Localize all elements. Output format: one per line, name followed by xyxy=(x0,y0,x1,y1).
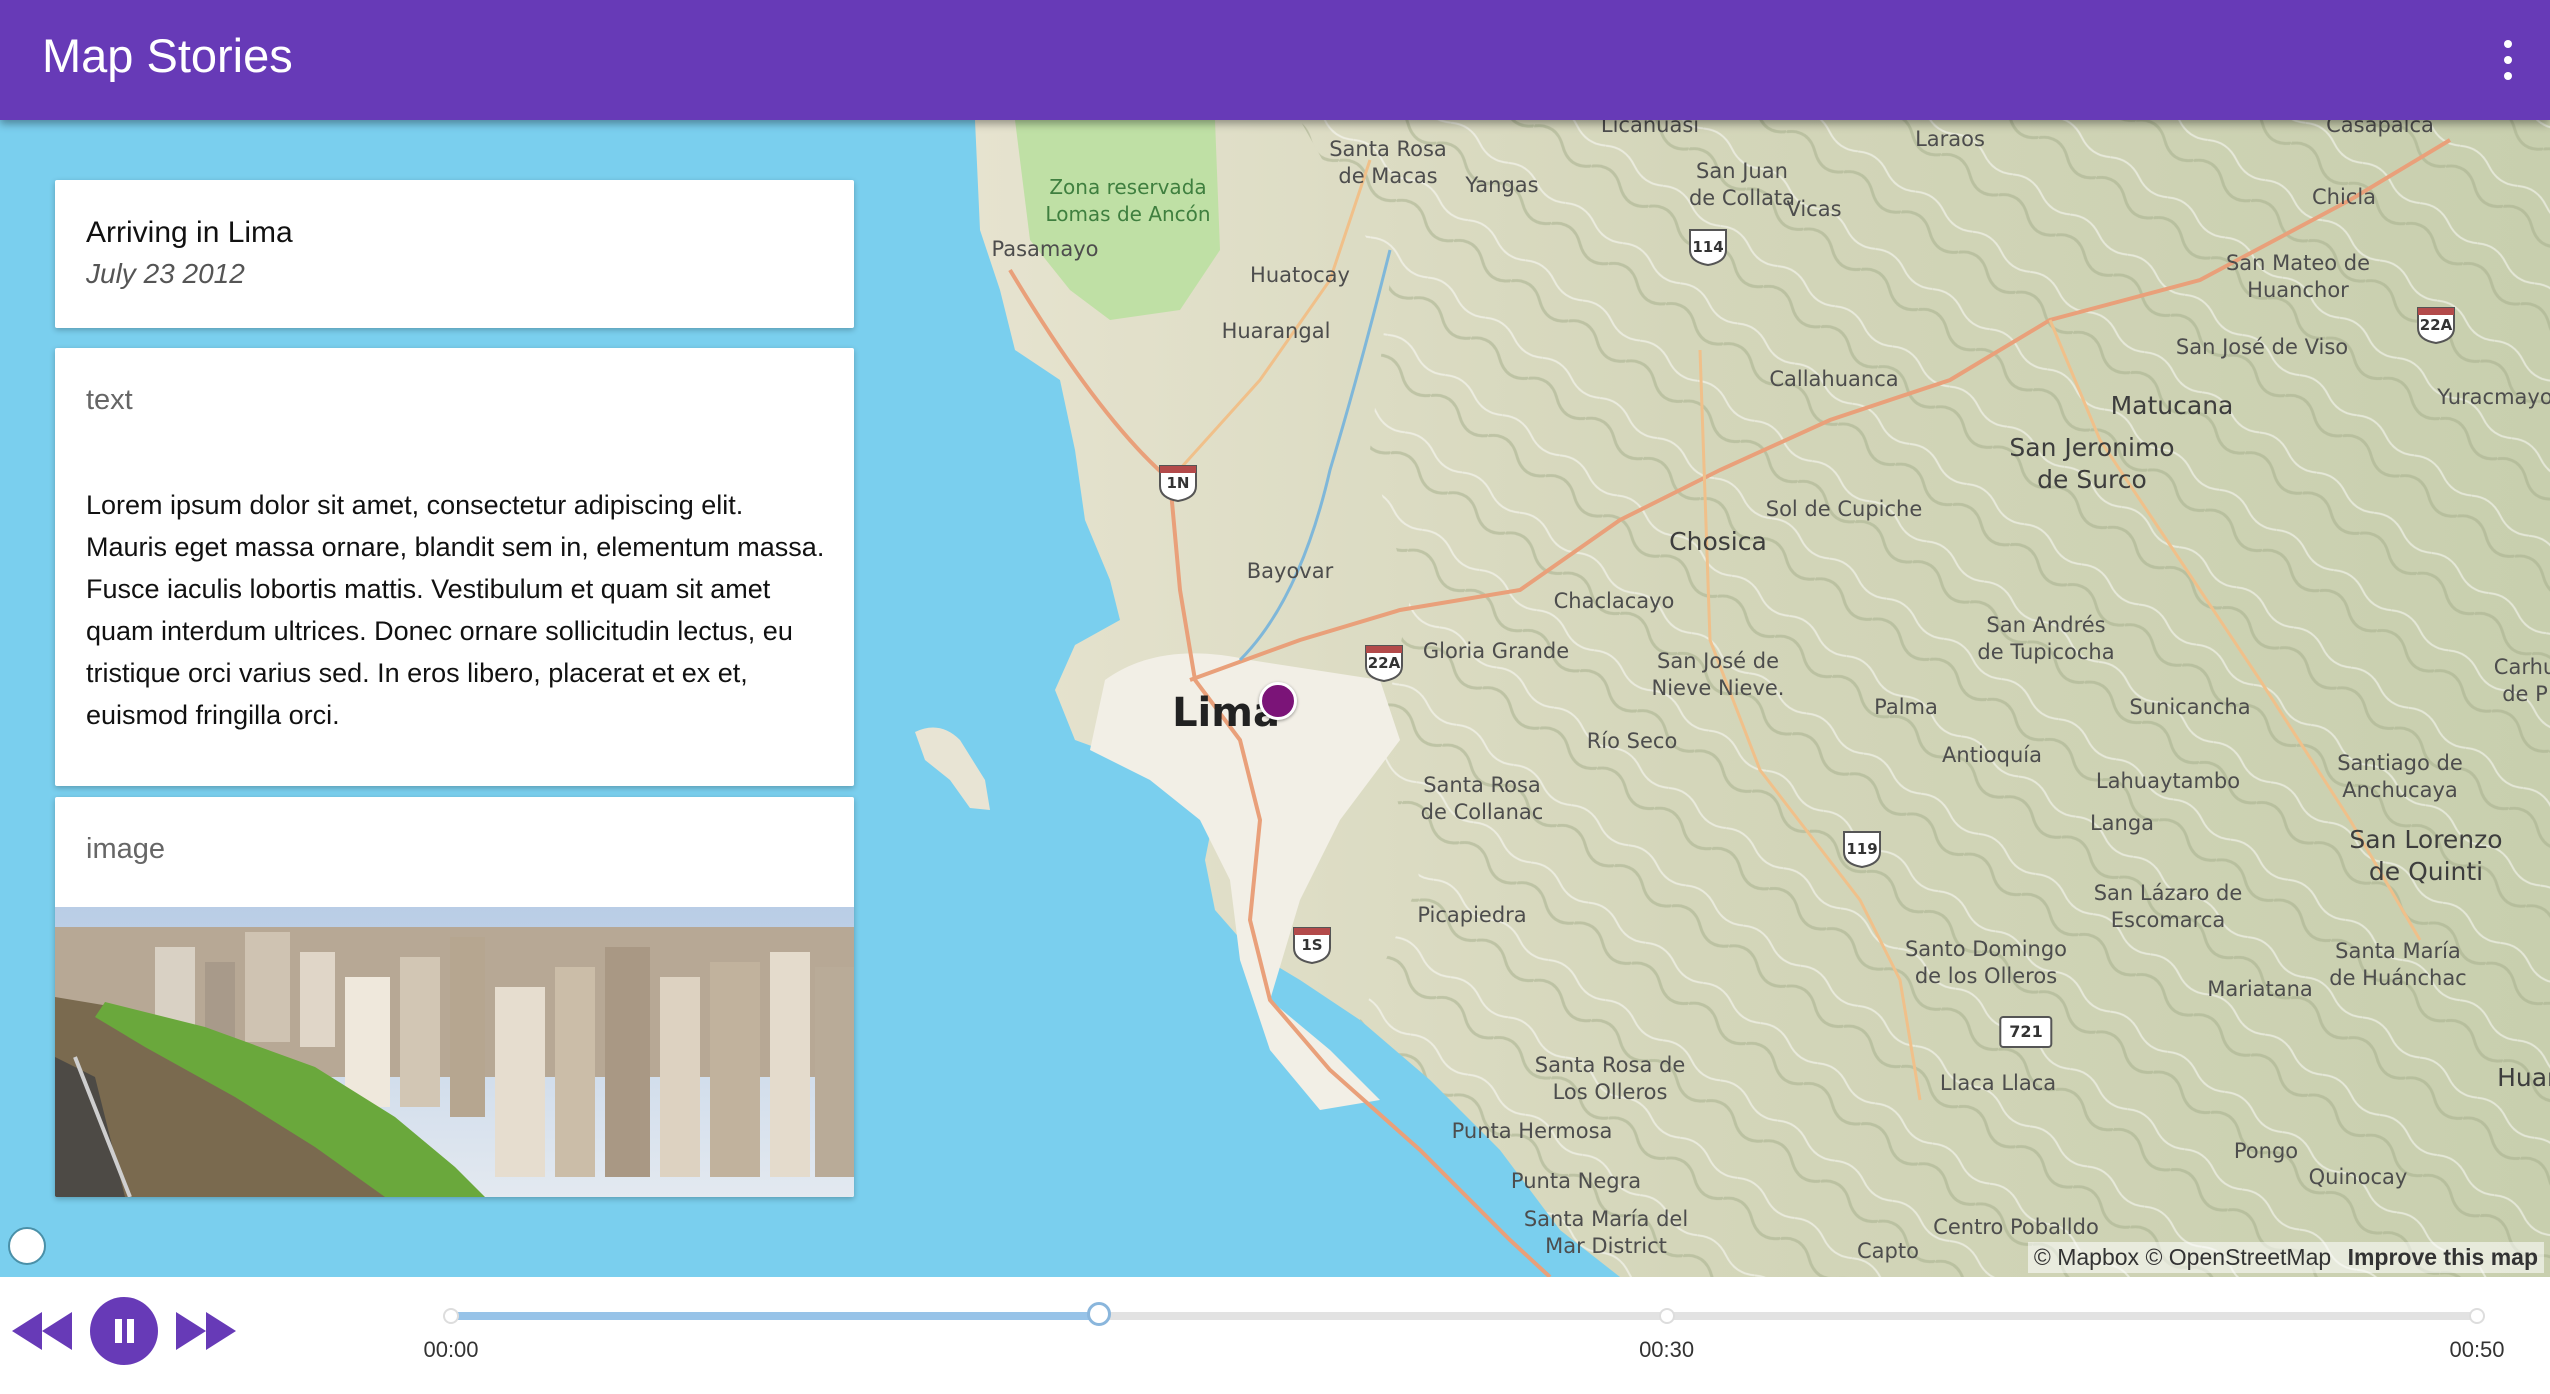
map-place-label: Carhu de P xyxy=(2493,655,2550,706)
map-place-label: Matucana xyxy=(2110,391,2234,420)
improve-map-link[interactable]: Improve this map xyxy=(2348,1244,2538,1270)
timeline-label: 00:30 xyxy=(1639,1337,1695,1362)
story-title: Arriving in Lima xyxy=(86,216,293,249)
highway-shield: 114 xyxy=(1688,228,1728,266)
map-place-label: Gloria Grande xyxy=(1422,639,1570,663)
story-text-card: text Lorem ipsum dolor sit amet, consect… xyxy=(55,348,854,786)
map-place-label: Bayovar xyxy=(1246,559,1334,583)
app-bar: Map Stories xyxy=(0,0,2550,120)
map-place-label: Lahuaytambo xyxy=(2095,769,2241,793)
story-title-card: Arriving in Lima July 23 2012 xyxy=(55,180,854,328)
map-place-label: San Andrés de Tupicocha xyxy=(1977,613,2115,664)
highway-shield: 22A xyxy=(2416,306,2456,344)
map-place-label: Chosica xyxy=(1669,527,1767,556)
story-image-card: image xyxy=(55,797,854,1197)
timeline-label: 00:50 xyxy=(2449,1337,2505,1362)
map-place-label: Callahuanca xyxy=(1769,367,1899,391)
map-place-label: Sunicancha xyxy=(2129,695,2251,719)
story-image xyxy=(55,907,854,1197)
map-place-label: San José de Nieve Nieve. xyxy=(1651,649,1785,700)
map-place-label: Laraos xyxy=(1915,127,1985,151)
route-label: 721 xyxy=(1999,1016,2053,1048)
highway-shield: 119 xyxy=(1842,830,1882,868)
map-place-label: Palma xyxy=(1874,695,1938,719)
map-place-label: Centro Poballdo xyxy=(1933,1215,2099,1239)
map-place-label: Chaclacayo xyxy=(1553,589,1675,613)
map-place-label: Punta Negra xyxy=(1510,1169,1642,1193)
map-place-label: Huarangal xyxy=(1221,319,1331,343)
timeline-label: 00:00 xyxy=(423,1337,479,1362)
image-card-label: image xyxy=(86,833,165,865)
map-place-label: Vicas xyxy=(1786,197,1842,221)
map-place-label: Mariatana xyxy=(2207,977,2313,1001)
highway-shield: 1N xyxy=(1158,464,1198,502)
highway-shield: 1S xyxy=(1292,926,1332,964)
map-place-label: Huañ xyxy=(2497,1063,2550,1092)
map-attribution: © Mapbox © OpenStreetMap Improve this ma… xyxy=(2027,1242,2544,1273)
pause-icon xyxy=(115,1319,122,1343)
timeline-progress xyxy=(451,1312,1100,1320)
map-park-label: Zona reservada Lomas de Ancón xyxy=(1045,175,1211,226)
map-place-label: Sol de Cupiche xyxy=(1765,497,1923,521)
story-location-marker[interactable] xyxy=(1259,682,1297,720)
fast-forward-icon[interactable] xyxy=(174,1308,238,1354)
map-place-label: Santa Rosa de Collanac xyxy=(1420,773,1544,824)
text-card-label: text xyxy=(86,384,133,416)
map-place-label: Langa xyxy=(2089,811,2155,835)
map-place-label: Río Seco xyxy=(1586,729,1678,753)
map-place-label: San Juan de Collata xyxy=(1688,159,1796,210)
map-place-label: Santa María del Mar District xyxy=(1523,1207,1689,1258)
map-place-label: Santiago de Anchucaya xyxy=(2337,751,2463,802)
map-place-label: Picapiedra xyxy=(1417,903,1527,927)
timeline-stop[interactable] xyxy=(443,1308,459,1324)
map-place-label: Huatocay xyxy=(1250,263,1350,287)
timeline-track[interactable] xyxy=(443,1302,2485,1326)
mapbox-attribution-link[interactable]: © Mapbox xyxy=(2034,1244,2139,1270)
app-title: Map Stories xyxy=(42,29,293,82)
map-place-label: Chicla xyxy=(2311,185,2377,209)
map-place-label: Llaca Llaca xyxy=(1939,1071,2057,1095)
osm-attribution-link[interactable]: © OpenStreetMap xyxy=(2145,1244,2331,1270)
map-place-label: Licanuasi xyxy=(1600,120,1700,137)
story-text-body: Lorem ipsum dolor sit amet, consectetur … xyxy=(86,490,825,730)
timeline-stop[interactable] xyxy=(2469,1308,2485,1324)
story-date: July 23 2012 xyxy=(86,258,245,289)
story-player: 00:00 00:30 00:50 xyxy=(0,1277,2550,1394)
map-place-label: Santa Rosa de Los Olleros xyxy=(1534,1053,1686,1104)
map-place-label: San José de Viso xyxy=(2175,335,2349,359)
map-place-label: Pasamayo xyxy=(991,237,1099,261)
map-place-label: Punta Hermosa xyxy=(1451,1119,1613,1143)
map-place-label: Yangas xyxy=(1465,173,1539,197)
highway-shield: 22A xyxy=(1364,644,1404,682)
mapbox-logo-icon[interactable] xyxy=(8,1227,46,1265)
map-place-label: Pongo xyxy=(2233,1139,2299,1163)
map-place-label: San Jeronimo de Surco xyxy=(2009,433,2175,494)
pause-button[interactable] xyxy=(90,1297,158,1365)
map-place-label: Santa Rosa de Macas xyxy=(1329,137,1447,188)
map-place-label: San Mateo de Huanchor xyxy=(2225,251,2371,302)
timeline-thumb[interactable] xyxy=(1087,1302,1112,1326)
rewind-icon[interactable] xyxy=(10,1308,74,1354)
timeline-stop[interactable] xyxy=(1658,1308,1675,1324)
map-place-label: Casapalca xyxy=(2326,120,2434,137)
more-vert-icon[interactable] xyxy=(2488,30,2528,90)
map-place-label: Antioquía xyxy=(1942,743,2042,767)
map-place-label: San Lorenzo de Quinti xyxy=(2349,825,2503,886)
map-place-label: Yuracmayo xyxy=(2437,385,2550,409)
map-place-label: Capto xyxy=(1857,1239,1919,1263)
map-place-label: Quinocay xyxy=(2308,1165,2408,1189)
map-place-label: Santo Domingo de los Olleros xyxy=(1904,937,2068,988)
map-place-label: San Lázaro de Escomarca xyxy=(2093,881,2243,932)
map-place-label: Santa María de Huánchac xyxy=(2329,939,2467,990)
